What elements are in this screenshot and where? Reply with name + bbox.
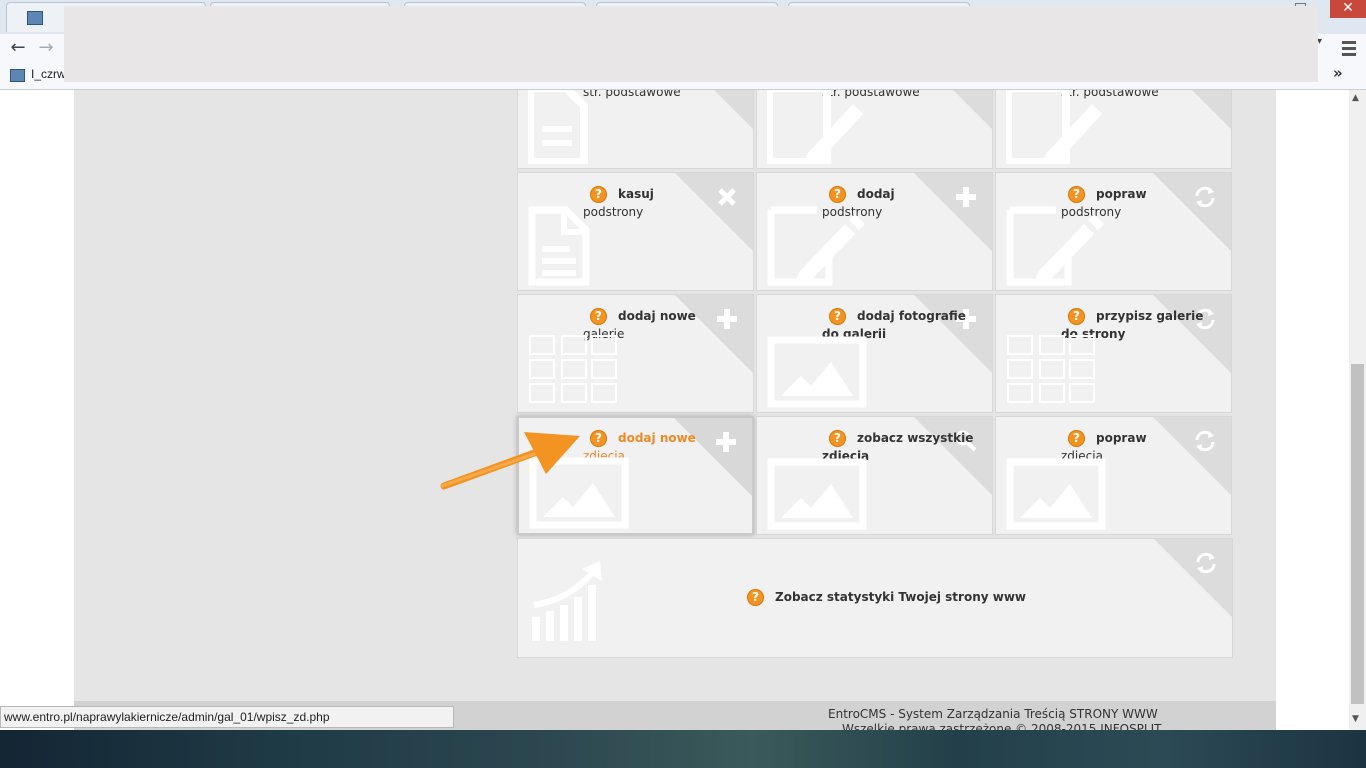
document-icon (528, 206, 590, 286)
tile-corner (675, 90, 753, 129)
tile-add-photos-to-gallery[interactable]: ? dodaj fotografie do galerii (756, 294, 993, 413)
back-arrow-icon[interactable]: ← (6, 36, 30, 60)
edit-document-icon (1006, 90, 1102, 164)
forward-arrow-icon[interactable]: → (34, 36, 58, 60)
help-icon[interactable]: ? (590, 430, 607, 447)
help-icon[interactable]: ? (829, 308, 846, 325)
plus-icon (717, 309, 737, 329)
tile-corner (1153, 417, 1231, 495)
edit-document-icon (1006, 206, 1104, 286)
gallery-grid-icon (1007, 335, 1095, 403)
x-icon (718, 188, 736, 206)
tile-line2: str. podstawowe (583, 90, 681, 99)
plus-icon (956, 187, 976, 207)
help-icon[interactable]: ? (747, 589, 764, 606)
tile-line1: popraw (1096, 431, 1147, 445)
refresh-icon (1196, 552, 1216, 574)
tile-line1: dodaj (857, 187, 895, 201)
edit-document-icon (767, 206, 865, 286)
help-icon[interactable]: ? (1068, 186, 1085, 203)
tile-edit-subpages[interactable]: ? popraw podstrony (995, 172, 1232, 291)
close-window-icon[interactable]: ✕ (1330, 0, 1366, 18)
scroll-up-icon[interactable]: ▲ (1352, 93, 1359, 103)
help-icon[interactable]: ? (829, 186, 846, 203)
tile-line1: dodaj nowe (618, 309, 696, 323)
help-icon[interactable]: ? (1068, 308, 1085, 325)
help-icon[interactable]: ? (1068, 430, 1085, 447)
plus-icon (716, 432, 736, 452)
tile-partial[interactable]: str. podstawowe (517, 90, 754, 169)
edit-document-icon (767, 90, 863, 164)
footer-title: EntroCMS - System Zarządzania Treścią ST… (828, 707, 1158, 721)
refresh-icon (1195, 430, 1215, 452)
tile-add-subpages[interactable]: ? dodaj podstrony (756, 172, 993, 291)
tile-corner (675, 173, 753, 251)
tile-line1: kasuj (618, 187, 654, 201)
image-icon (1006, 458, 1106, 530)
tile-corner (914, 90, 992, 129)
os-taskbar (0, 730, 1366, 768)
scrollbar-thumb[interactable] (1351, 364, 1364, 704)
tile-corner (914, 295, 992, 373)
status-bar-url: www.entro.pl/naprawylakiernicze/admin/ga… (0, 706, 454, 728)
tile-line1: dodaj nowe (618, 431, 696, 445)
document-icon (528, 90, 588, 164)
tile-assign-gallery[interactable]: ? przypisz galerie do strony (995, 294, 1232, 413)
tile-partial[interactable]: str. podstawowe (995, 90, 1232, 169)
help-icon[interactable]: ? (829, 430, 846, 447)
tile-view-all-photos[interactable]: ? zobacz wszystkie zdjęcia (756, 416, 993, 535)
tile-partial[interactable]: str. podstawowe (756, 90, 993, 169)
help-icon[interactable]: ? (590, 308, 607, 325)
bookmarks-overflow-icon[interactable]: » (1333, 64, 1343, 82)
menu-icon[interactable] (1342, 38, 1356, 58)
dropdown-chevron-icon[interactable]: ▾ (1317, 36, 1329, 60)
tile-corner (1154, 539, 1232, 617)
tile-add-gallery[interactable]: ? dodaj nowe galerie (517, 294, 754, 413)
bookmark-favicon-icon (10, 69, 25, 82)
tile-line1: przypisz galerie (1096, 309, 1204, 323)
tile-corner (675, 295, 753, 373)
tile-corner (1153, 173, 1231, 251)
tile-statistics[interactable]: ? Zobacz statystyki Twojej strony www (517, 538, 1233, 658)
tile-corner (1153, 295, 1231, 373)
refresh-icon (1195, 186, 1215, 208)
tile-corner (1153, 90, 1231, 129)
footer-copyright: Wszelkie prawa zastrzeżone © 2008-2015 I… (842, 722, 1162, 730)
bookmark-item[interactable]: I_czrw (31, 67, 66, 81)
tile-corner (914, 417, 992, 495)
pointer-arrow-icon (440, 432, 580, 490)
tile-edit-photos[interactable]: ? popraw zdjęcia (995, 416, 1232, 535)
tile-line1: dodaj fotografie (857, 309, 966, 323)
gallery-grid-icon (529, 335, 617, 403)
help-icon[interactable]: ? (590, 186, 607, 203)
gray-overlay-panel (64, 6, 1318, 82)
page-viewport: str. podstawowe str. podstawowe str. pod… (0, 90, 1349, 730)
image-icon (767, 458, 867, 530)
tile-delete-subpages[interactable]: ? kasuj podstrony (517, 172, 754, 291)
tile-corner (914, 173, 992, 251)
tile-corner (674, 418, 752, 496)
image-icon (767, 336, 867, 408)
stats-label: Zobacz statystyki Twojej strony www (775, 590, 1026, 604)
chart-growth-icon (532, 561, 602, 641)
tile-line1: zobacz wszystkie (857, 431, 974, 445)
tile-line1: popraw (1096, 187, 1147, 201)
tile-line2: podstrony (583, 205, 644, 219)
favicon-icon (27, 11, 43, 25)
scroll-down-icon[interactable]: ▼ (1352, 714, 1359, 724)
